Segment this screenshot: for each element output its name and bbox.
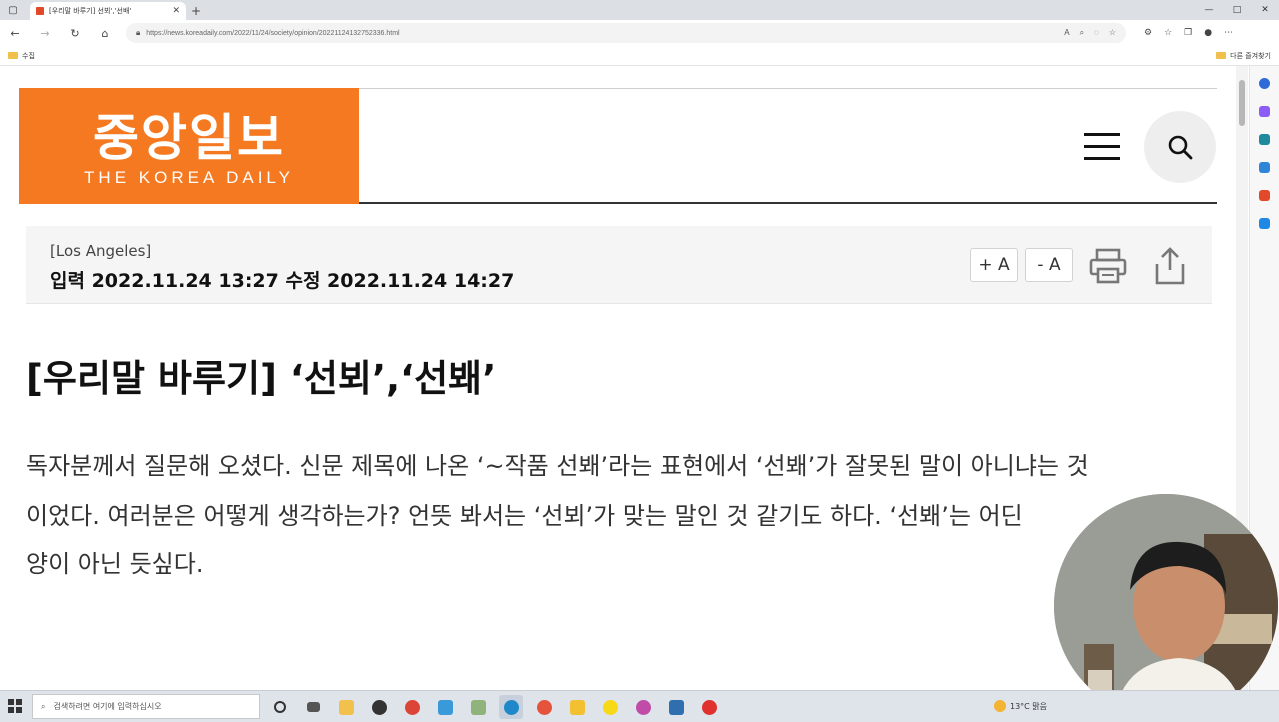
zoom-icon[interactable]: ⌕ xyxy=(1080,28,1084,38)
tab-article[interactable]: [우리말 바루기] 선뵈','선배' ✕ xyxy=(30,2,186,20)
weather-icon[interactable] xyxy=(994,700,1006,712)
close-window-button[interactable]: ✕ xyxy=(1251,0,1279,20)
article-timestamps: 입력 2022.11.24 13:27 수정 2022.11.24 14:27 xyxy=(50,270,515,292)
favorites-folder-left[interactable]: 수집 xyxy=(22,51,35,61)
home-icon[interactable]: ⌂ xyxy=(90,22,120,44)
sidebar-outlook-icon[interactable] xyxy=(1259,218,1270,229)
favorite-star-icon[interactable]: ☆ xyxy=(1109,28,1116,38)
settings-icon[interactable] xyxy=(631,695,655,719)
refresh-icon[interactable]: ↻ xyxy=(60,22,90,44)
system-tray: 13°C 맑음 xyxy=(994,700,1047,712)
dateline: [Los Angeles] xyxy=(50,242,152,260)
article-paragraph-line-2: 이었다. 여러분은 어떻게 생각하는가? 언뜻 봐서는 ‘선뵈’가 맞는 말인 … xyxy=(26,502,1023,530)
kakaotalk-icon[interactable] xyxy=(598,695,622,719)
windows-taskbar: ⌕ 검색하려면 여기에 입력하십시오 13°C 맑음 xyxy=(0,690,1279,722)
minimize-button[interactable]: — xyxy=(1195,0,1223,20)
url-text: https://news.koreadaily.com/2022/11/24/s… xyxy=(146,29,400,37)
menu-icon[interactable] xyxy=(1084,133,1120,161)
close-tab-icon[interactable]: ✕ xyxy=(172,6,180,16)
lock-icon[interactable]: 🔒︎ xyxy=(136,28,140,38)
record-icon[interactable] xyxy=(697,695,721,719)
scrollbar-thumb[interactable] xyxy=(1239,80,1245,126)
browser-tab-bar: ▢ [우리말 바루기] 선뵈','선배' ✕ + — □ ✕ xyxy=(0,0,1279,20)
logo-english: THE KOREA DAILY xyxy=(84,168,294,187)
forward-icon[interactable]: → xyxy=(30,22,60,44)
read-aloud-icon[interactable]: A xyxy=(1064,28,1069,38)
site-logo[interactable]: 중앙일보 THE KOREA DAILY xyxy=(19,88,359,204)
chrome-icon[interactable] xyxy=(400,695,424,719)
sidebar-games-icon[interactable] xyxy=(1259,162,1270,173)
article-headline: [우리말 바루기] ‘선뵈’,‘선봬’ xyxy=(26,357,497,400)
edge-icon[interactable] xyxy=(499,695,523,719)
print-icon[interactable] xyxy=(1086,244,1130,288)
other-favorites[interactable]: 다른 즐겨찾기 xyxy=(1230,51,1271,61)
extensions-icon[interactable]: ⚙ xyxy=(1144,28,1152,38)
logo-korean: 중앙일보 xyxy=(93,109,285,167)
sticky-notes-icon[interactable] xyxy=(565,695,589,719)
maximize-button[interactable]: □ xyxy=(1223,0,1251,20)
more-menu-icon[interactable]: ⋯ xyxy=(1224,28,1233,38)
browser-nav-bar: ← → ↻ ⌂ 🔒︎ https://news.koreadaily.com/2… xyxy=(0,20,1279,46)
new-tab-button[interactable]: + xyxy=(186,2,206,20)
share-icon[interactable] xyxy=(1148,244,1192,288)
window-controls: — □ ✕ xyxy=(1195,0,1279,20)
start-button[interactable] xyxy=(8,699,22,713)
search-button[interactable] xyxy=(1144,111,1216,183)
article-paragraph-line-1: 독자분께서 질문해 오셨다. 신문 제목에 나온 ‘~작품 선봬’라는 표현에서… xyxy=(26,452,1089,480)
header-divider xyxy=(359,202,1217,204)
app-icon[interactable] xyxy=(532,695,556,719)
tab-actions-icon[interactable]: ▢ xyxy=(0,0,26,20)
search-icon: ⌕ xyxy=(41,701,46,711)
article-paragraph-line-3: 양이 아닌 듯싶다. xyxy=(26,550,204,578)
back-icon[interactable]: ← xyxy=(0,22,30,44)
folder-icon xyxy=(1216,52,1227,59)
article-meta: [Los Angeles] 입력 2022.11.24 13:27 수정 202… xyxy=(26,226,1212,304)
sidebar-office-icon[interactable] xyxy=(1259,190,1270,201)
photos-icon[interactable] xyxy=(664,695,688,719)
folder-icon xyxy=(8,52,18,59)
obs-icon[interactable] xyxy=(367,695,391,719)
presenter-video xyxy=(1054,494,1278,718)
pen-icon[interactable] xyxy=(466,695,490,719)
profile-icon[interactable]: ● xyxy=(1204,28,1212,38)
font-decrease-button[interactable]: - A xyxy=(1025,248,1073,282)
collections-icon[interactable]: ❐ xyxy=(1184,28,1192,38)
site-favicon xyxy=(36,7,44,15)
task-view-icon[interactable] xyxy=(301,695,325,719)
font-increase-button[interactable]: + A xyxy=(970,248,1018,282)
address-bar[interactable]: 🔒︎ https://news.koreadaily.com/2022/11/2… xyxy=(126,23,1126,43)
tab-title: [우리말 바루기] 선뵈','선배' xyxy=(49,7,132,15)
taskbar-search-placeholder: 검색하려면 여기에 입력하십시오 xyxy=(53,702,162,711)
cortana-icon[interactable] xyxy=(268,695,292,719)
file-explorer-icon[interactable] xyxy=(334,695,358,719)
favorites-bar: 수집 다른 즐겨찾기 xyxy=(0,46,1279,66)
web-page: 중앙일보 THE KOREA DAILY [Los Angeles] 입력 20… xyxy=(0,66,1236,690)
sidebar-search-icon[interactable] xyxy=(1259,78,1270,89)
tracking-icon[interactable]: ◌ xyxy=(1094,28,1099,38)
search-icon xyxy=(1168,135,1193,160)
sidebar-tools-icon[interactable] xyxy=(1259,134,1270,145)
weather-text[interactable]: 13°C 맑음 xyxy=(1010,701,1047,712)
favorites-icon[interactable]: ☆ xyxy=(1164,28,1172,38)
paint-icon[interactable] xyxy=(433,695,457,719)
webcam-overlay xyxy=(1054,494,1278,718)
sidebar-discover-icon[interactable] xyxy=(1259,106,1270,117)
taskbar-search-box[interactable]: ⌕ 검색하려면 여기에 입력하십시오 xyxy=(32,694,260,719)
